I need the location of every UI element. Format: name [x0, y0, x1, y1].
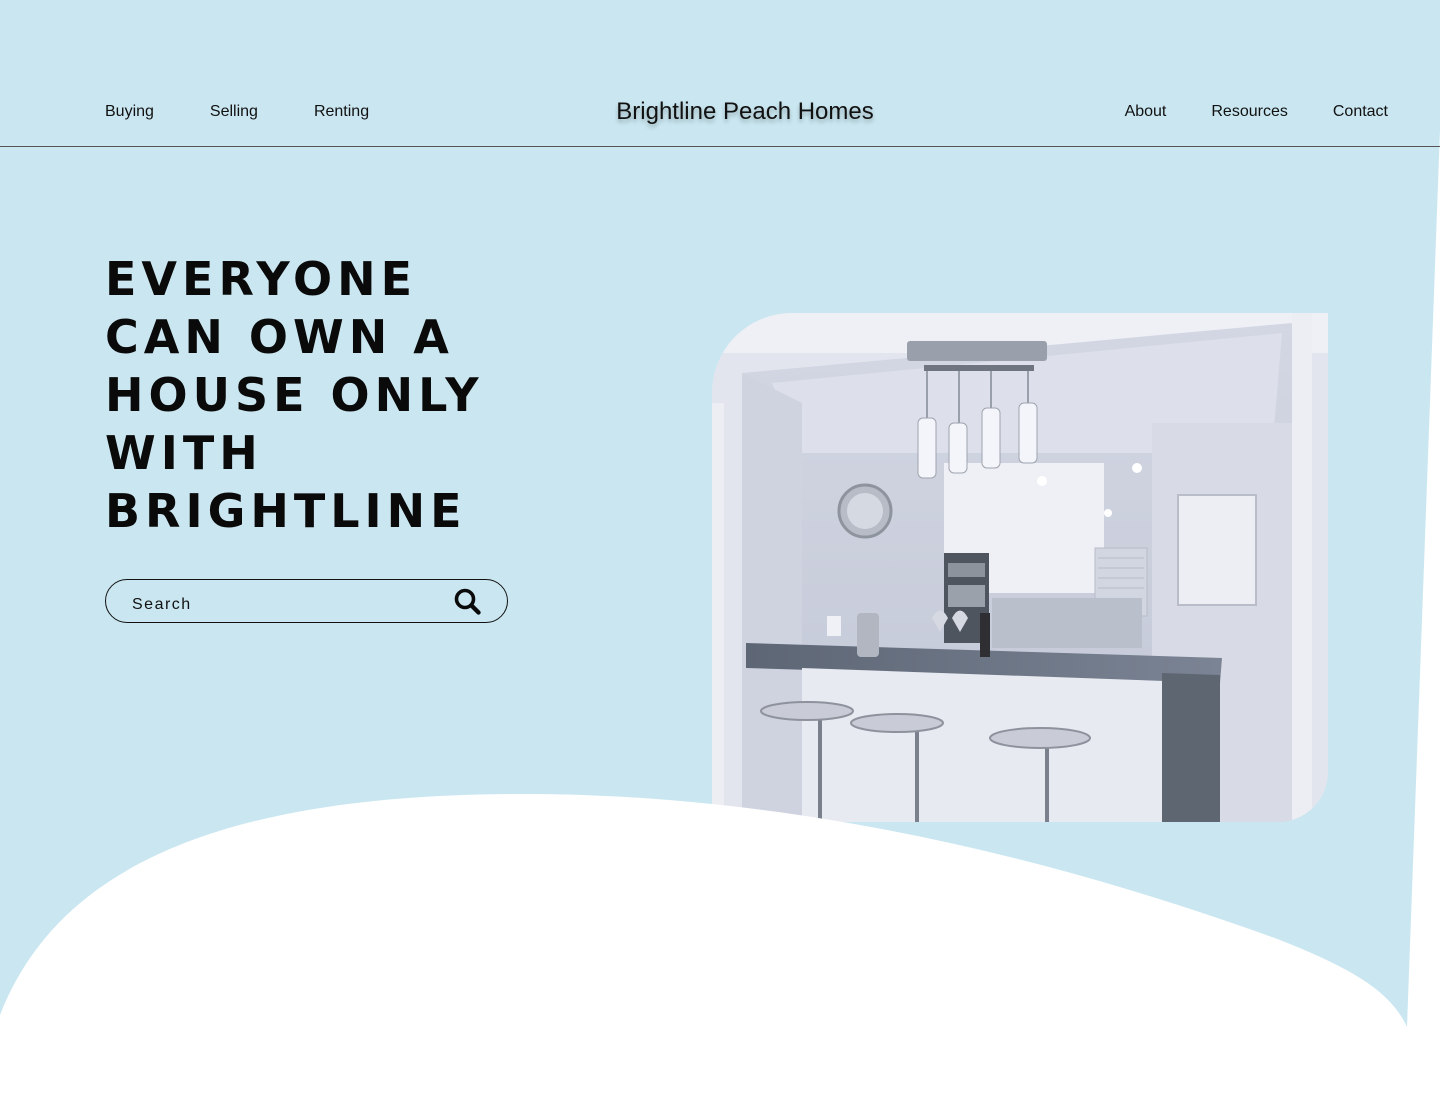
search-icon[interactable] — [453, 587, 483, 617]
landing-page: Buying Selling Renting Brightline Peach … — [0, 0, 1440, 1094]
hero-headline: EVERYONE CAN OWN A HOUSE ONLY WITH BRIGH… — [105, 250, 585, 540]
hero-headline-line: WITH — [105, 426, 263, 480]
nav-link-about[interactable]: About — [1125, 101, 1167, 123]
header-divider — [0, 146, 1440, 147]
hero-headline-line: CAN OWN A — [105, 310, 454, 364]
nav-link-contact[interactable]: Contact — [1333, 101, 1388, 123]
hero-headline-line: HOUSE ONLY — [105, 368, 484, 422]
primary-nav-right: About Resources Contact — [1080, 101, 1388, 123]
hero-headline-line: EVERYONE — [105, 252, 418, 306]
search-bar — [105, 579, 508, 623]
search-input[interactable] — [132, 591, 432, 619]
nav-link-resources[interactable]: Resources — [1211, 101, 1287, 123]
kitchen-photo — [712, 313, 1328, 822]
hero-headline-line: BRIGHTLINE — [105, 484, 467, 538]
